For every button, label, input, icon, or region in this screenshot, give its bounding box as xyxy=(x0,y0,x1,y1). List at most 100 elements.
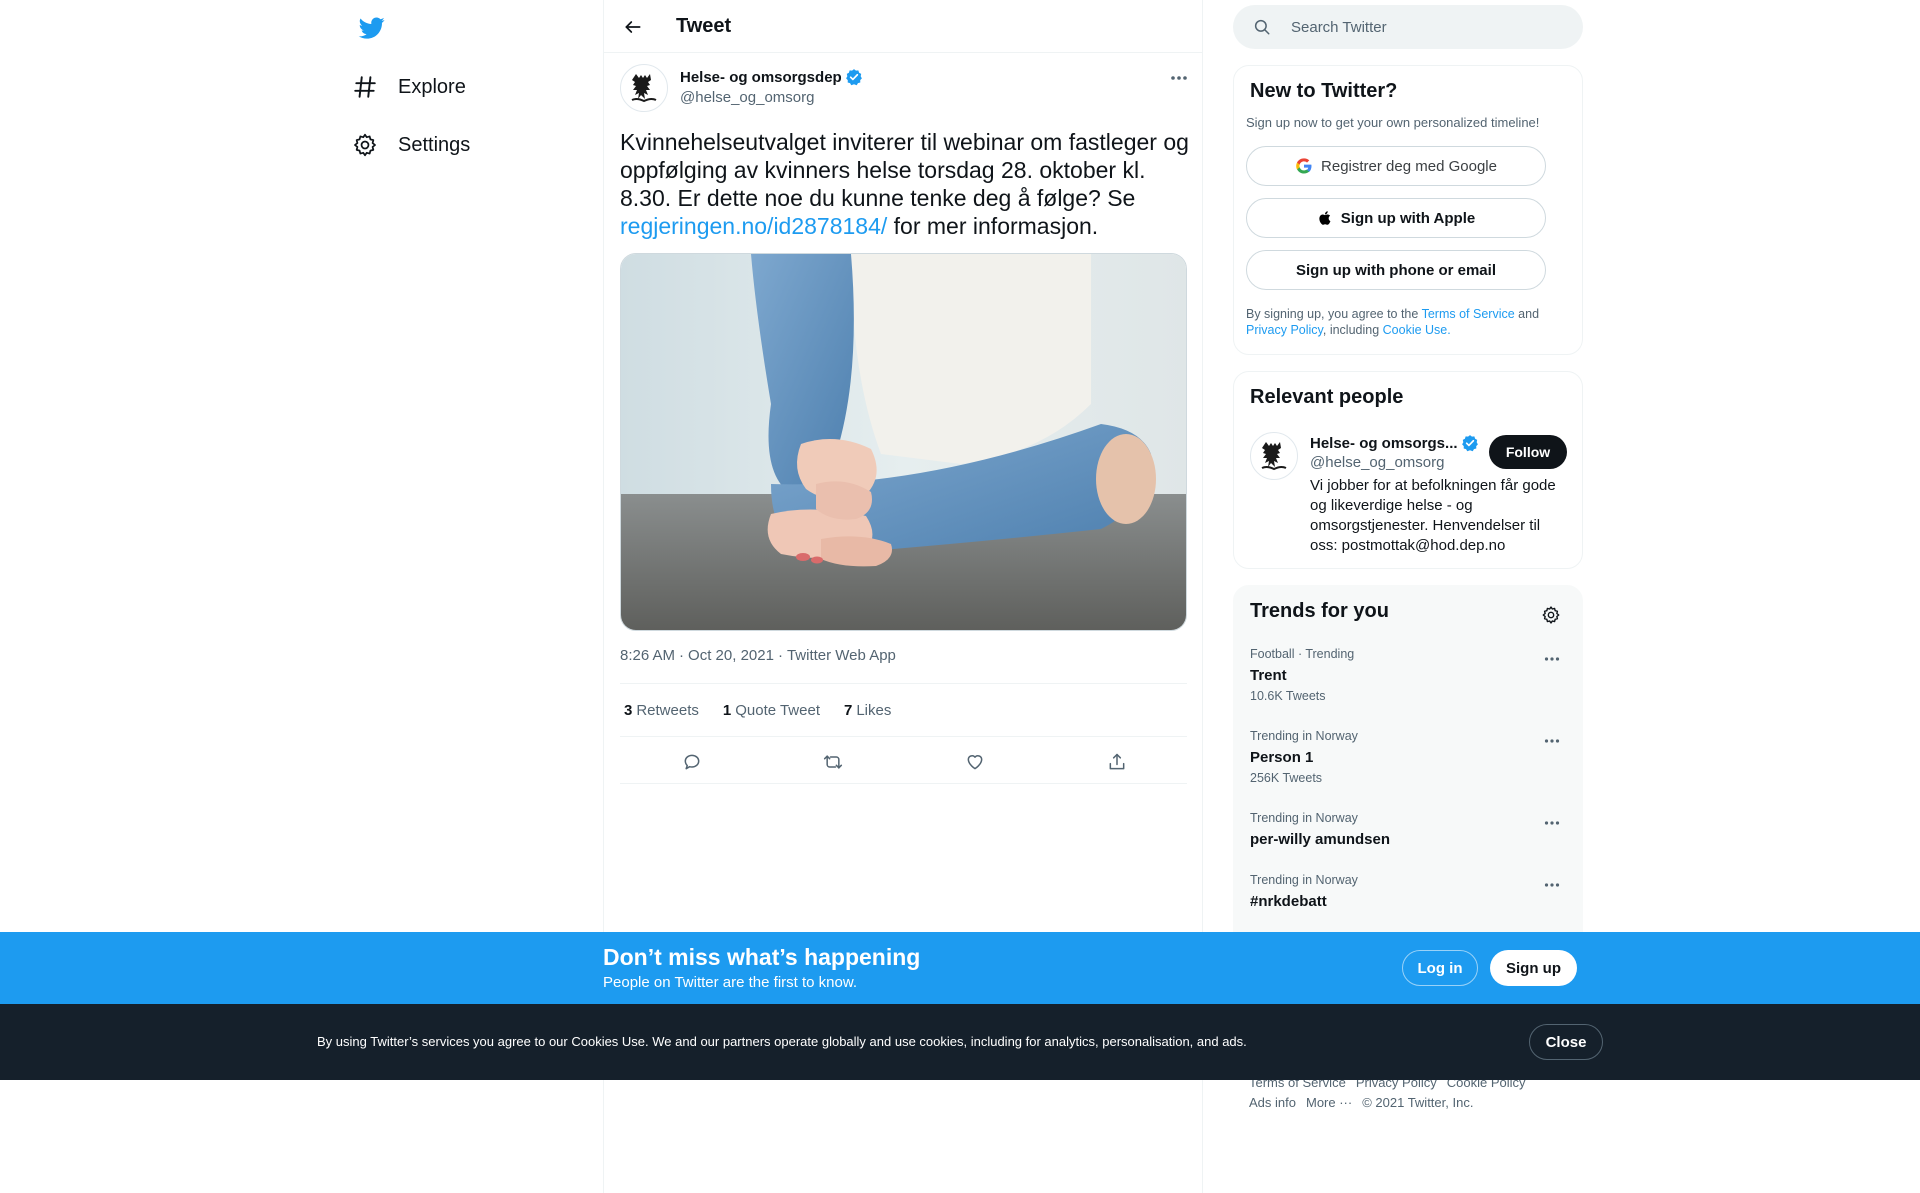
terms-including: , including xyxy=(1322,323,1383,337)
cookie-notice-text: By using Twitter’s services you agree to… xyxy=(317,1034,1247,1049)
retweets-stat[interactable]: 3 Retweets xyxy=(624,702,699,719)
tweet-stats: 3 Retweets 1 Quote Tweet 7 Likes xyxy=(620,683,1187,737)
trend-meta: Trending in Norway xyxy=(1250,873,1358,887)
tweet-timestamp[interactable]: 8:26 AM · Oct 20, 2021 · Twitter Web App xyxy=(620,647,896,664)
trend-more-icon[interactable] xyxy=(1538,875,1566,895)
more-options-icon[interactable] xyxy=(1164,66,1194,90)
page-title: Tweet xyxy=(676,15,732,37)
new-to-twitter-card: New to Twitter? Sign up now to get your … xyxy=(1233,65,1583,355)
signup-banner: Don’t miss what’s happening People on Tw… xyxy=(0,932,1920,1004)
trend-more-icon[interactable] xyxy=(1538,731,1566,751)
like-heart-icon[interactable] xyxy=(958,745,992,779)
new-to-twitter-subtitle: Sign up now to get your own personalized… xyxy=(1246,115,1540,130)
relevant-people-card: Relevant people Helse- og omsorgs... @he… xyxy=(1233,371,1583,569)
cookie-use-link[interactable]: Cookie Use. xyxy=(1383,323,1451,337)
privacy-policy-link[interactable]: Privacy Policy xyxy=(1246,323,1323,337)
quotes-label: Quote Tweet xyxy=(735,701,820,719)
apple-signup-button[interactable]: Sign up with Apple xyxy=(1246,198,1546,238)
gear-icon xyxy=(350,130,380,160)
likes-label: Likes xyxy=(856,701,892,719)
cookie-close-button[interactable]: Close xyxy=(1529,1024,1603,1060)
trend-meta: Football · Trending xyxy=(1250,647,1355,661)
author-handle[interactable]: @helse_og_omsorg xyxy=(680,89,814,106)
verified-badge-icon xyxy=(1461,434,1479,452)
apple-icon xyxy=(1317,209,1333,227)
tweet-time: 8:26 AM xyxy=(620,647,676,664)
tweet-header: Tweet xyxy=(604,0,1202,53)
trend-meta: Trending in Norway xyxy=(1250,729,1358,743)
retweets-label: Retweets xyxy=(636,701,699,719)
author-avatar[interactable] xyxy=(620,64,668,112)
nav-explore-label: Explore xyxy=(398,75,466,98)
tweet-actions xyxy=(620,737,1187,784)
terms-of-service-link[interactable]: Terms of Service xyxy=(1422,307,1515,321)
banner-title: Don’t miss what’s happening xyxy=(603,944,921,970)
search-icon xyxy=(1233,18,1291,36)
back-arrow-icon[interactable] xyxy=(616,10,650,44)
trend-meta: Trending in Norway xyxy=(1250,811,1358,825)
trend-count: 256K Tweets xyxy=(1250,771,1323,785)
google-signup-button[interactable]: Registrer deg med Google xyxy=(1246,146,1546,186)
banner-subtitle: People on Twitter are the first to know. xyxy=(603,974,858,991)
footer-more-link[interactable]: More ··· xyxy=(1306,1095,1352,1110)
author-name[interactable]: Helse- og omsorgsdep xyxy=(680,68,863,86)
terms-and: and xyxy=(1514,307,1540,321)
footer-ads-info-link[interactable]: Ads info xyxy=(1249,1095,1296,1110)
retweets-count: 3 xyxy=(624,701,633,719)
likes-count: 7 xyxy=(844,701,853,719)
signup-button[interactable]: Sign up xyxy=(1490,950,1577,986)
trend-count: 10.6K Tweets xyxy=(1250,689,1326,703)
quote-tweets-stat[interactable]: 1 Quote Tweet xyxy=(723,702,820,719)
trend-item[interactable]: Trending in Norway Person 1 256K Tweets xyxy=(1234,729,1582,791)
search-input[interactable] xyxy=(1291,18,1551,36)
trends-settings-gear-icon[interactable] xyxy=(1534,598,1568,632)
trend-item[interactable]: Trending in Norway per-willy amundsen xyxy=(1234,811,1582,855)
google-signup-label: Registrer deg med Google xyxy=(1321,157,1497,175)
nav-settings-label: Settings xyxy=(398,133,471,156)
follow-button[interactable]: Follow xyxy=(1489,435,1567,469)
relevant-people-title: Relevant people xyxy=(1250,386,1404,408)
hashtag-icon xyxy=(350,72,380,102)
terms-prefix: By signing up, you agree to the xyxy=(1246,307,1422,321)
trend-name: #nrkdebatt xyxy=(1250,893,1327,910)
tweet-text-before: Kvinnehelseutvalget inviterer til webina… xyxy=(620,129,1189,211)
relevant-person-name[interactable]: Helse- og omsorgs... xyxy=(1310,434,1479,452)
tweet-photo[interactable] xyxy=(620,253,1187,631)
reply-icon[interactable] xyxy=(675,745,709,779)
phone-email-signup-button[interactable]: Sign up with phone or email xyxy=(1246,250,1546,290)
trend-item[interactable]: Trending in Norway #nrkdebatt xyxy=(1234,873,1582,917)
share-icon[interactable] xyxy=(1100,745,1134,779)
verified-badge-icon xyxy=(845,68,863,86)
twitter-logo-icon[interactable] xyxy=(352,12,392,44)
relevant-person-name-text: Helse- og omsorgs... xyxy=(1310,434,1458,452)
trend-more-icon[interactable] xyxy=(1538,813,1566,833)
phone-signup-label: Sign up with phone or email xyxy=(1295,261,1496,279)
apple-signup-label: Sign up with Apple xyxy=(1340,209,1476,227)
nav-explore[interactable]: Explore xyxy=(350,63,466,111)
tweet-source[interactable]: Twitter Web App xyxy=(787,647,896,664)
tweet-link[interactable]: regjeringen.no/id2878184/ xyxy=(620,213,887,239)
tweet-text: Kvinnehelseutvalget inviterer til webina… xyxy=(620,128,1190,240)
trend-more-icon[interactable] xyxy=(1538,649,1566,669)
lion-crest-icon xyxy=(1261,442,1287,471)
tweet-text-after: for mer informasjon. xyxy=(887,213,1099,239)
search-box[interactable] xyxy=(1233,5,1583,49)
cookie-consent-bar: By using Twitter’s services you agree to… xyxy=(0,1004,1920,1080)
tweet-date: Oct 20, 2021 xyxy=(688,647,774,664)
trend-name: per-willy amundsen xyxy=(1250,831,1391,848)
retweet-icon[interactable] xyxy=(816,745,850,779)
new-to-twitter-title: New to Twitter? xyxy=(1250,80,1398,102)
nav-settings[interactable]: Settings xyxy=(350,121,470,169)
author-name-text: Helse- og omsorgsdep xyxy=(680,68,842,86)
login-button[interactable]: Log in xyxy=(1402,950,1478,986)
trend-name: Person 1 xyxy=(1250,749,1314,766)
quotes-count: 1 xyxy=(722,701,732,719)
likes-stat[interactable]: 7 Likes xyxy=(844,702,891,719)
trend-item[interactable]: Football · Trending Trent 10.6K Tweets xyxy=(1234,647,1582,709)
meta-separator: · xyxy=(777,647,783,664)
meta-separator: · xyxy=(679,647,685,664)
lion-crest-icon xyxy=(631,74,657,103)
google-icon xyxy=(1295,157,1313,175)
relevant-person-avatar[interactable] xyxy=(1250,432,1298,480)
relevant-person-handle[interactable]: @helse_og_omsorg xyxy=(1310,454,1444,471)
